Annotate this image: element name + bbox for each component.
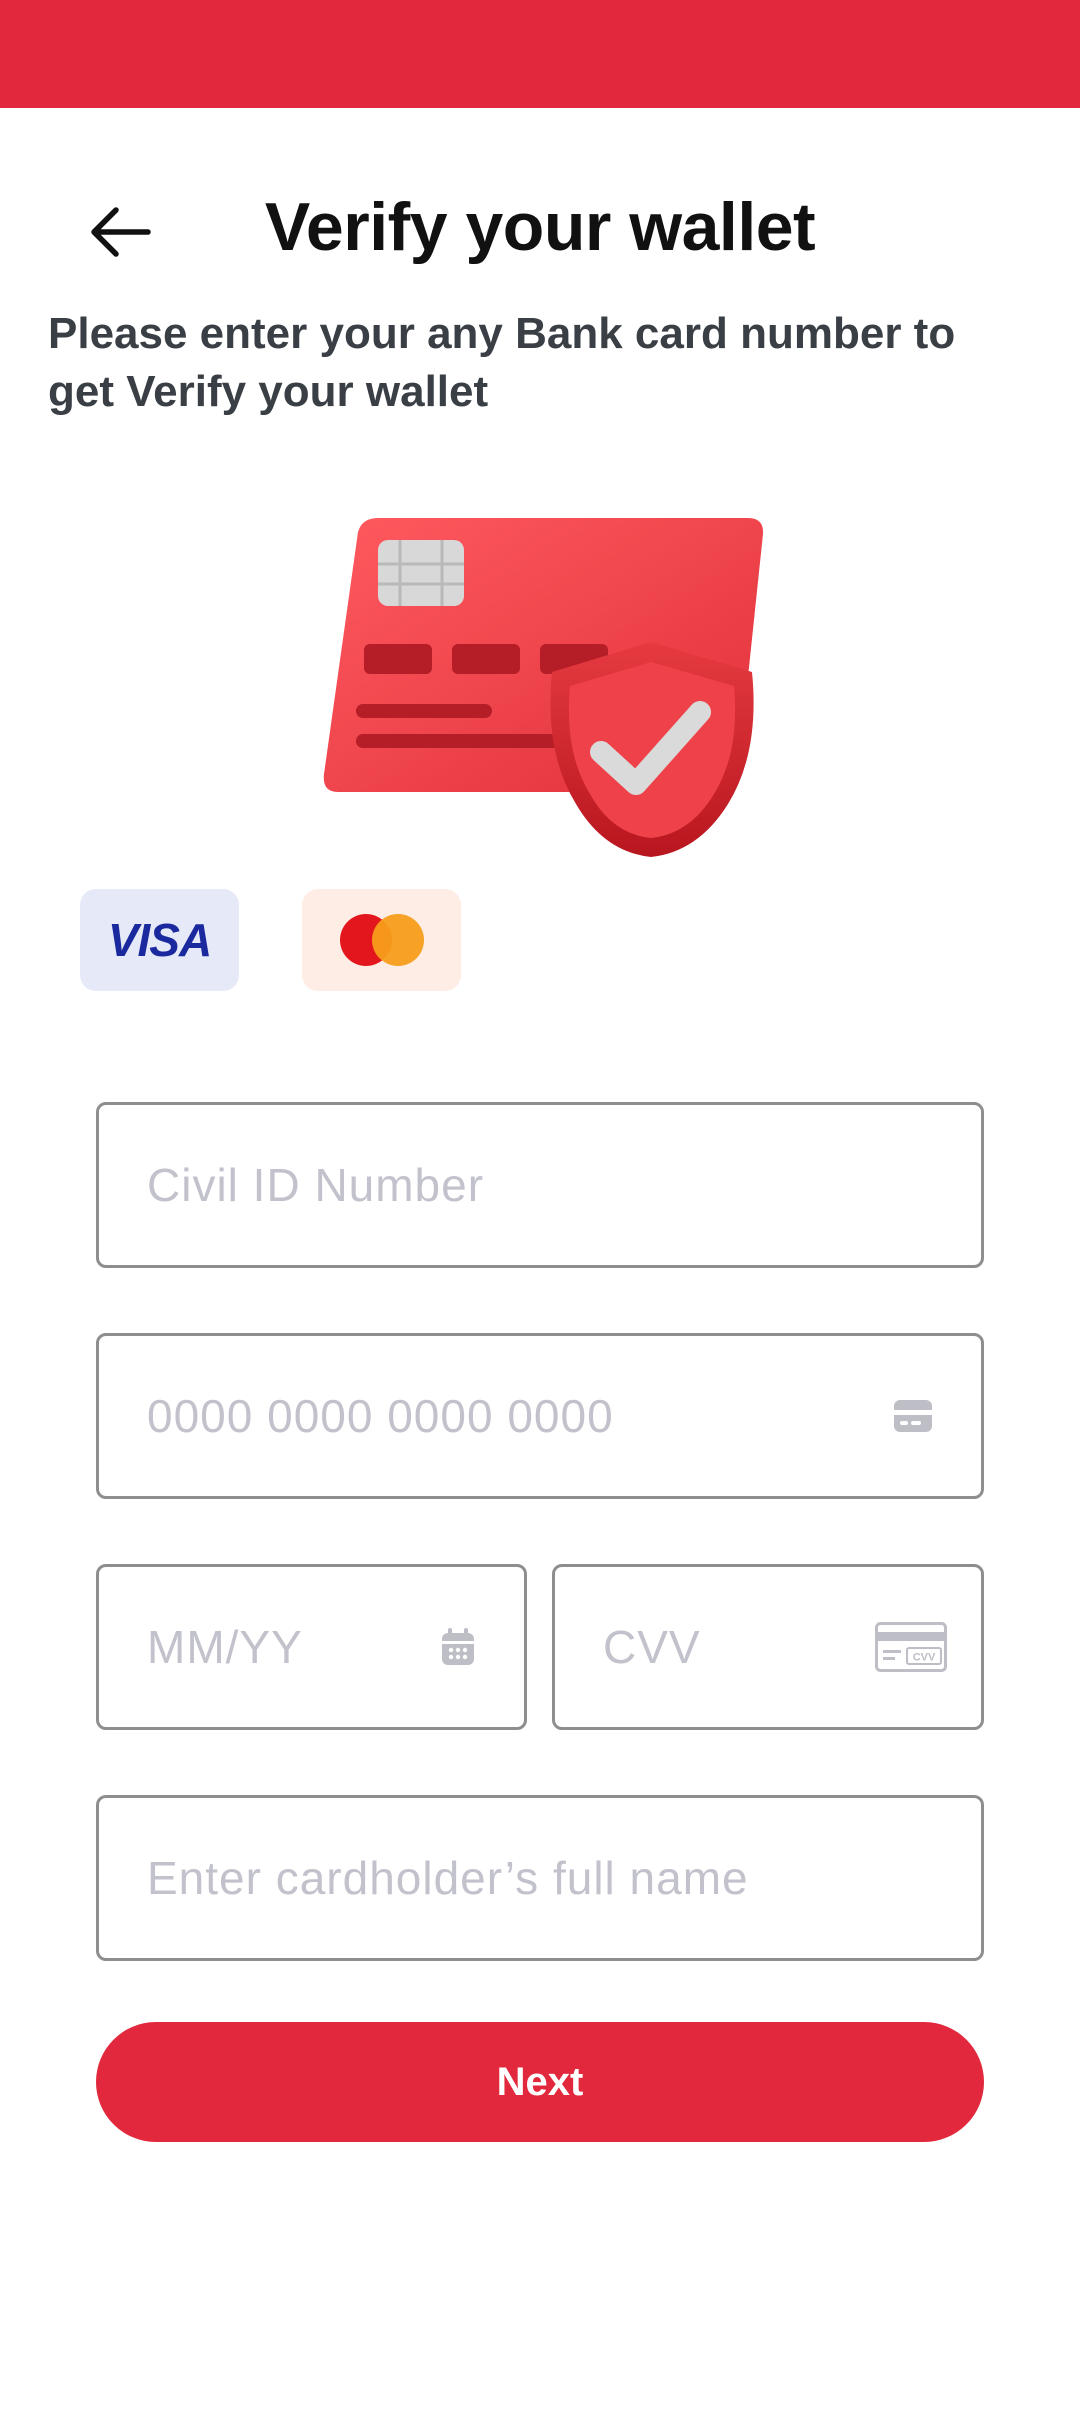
card-shield-illustration: [318, 512, 768, 862]
page-subtitle: Please enter your any Bank card number t…: [48, 309, 956, 416]
cardholder-name-input[interactable]: [99, 1798, 981, 1958]
card-cvv-icon: CVV: [875, 1622, 947, 1672]
mastercard-logo: [339, 914, 424, 966]
civil-id-field[interactable]: [96, 1102, 984, 1268]
svg-text:CVV: CVV: [913, 1652, 936, 1664]
status-bar: [0, 0, 1080, 108]
next-button[interactable]: Next: [96, 2022, 984, 2142]
mastercard-brand-chip: [302, 889, 461, 991]
cardholder-name-field[interactable]: [96, 1795, 984, 1961]
expiry-date-field[interactable]: [96, 1564, 527, 1730]
visa-brand-chip: VISA: [80, 889, 239, 991]
credit-card-shield-check-icon: [323, 518, 764, 857]
cvv-field[interactable]: CVV: [552, 1564, 984, 1730]
card-number-field[interactable]: [96, 1333, 984, 1499]
page-title: Verify your wallet: [264, 189, 816, 265]
civil-id-input[interactable]: [99, 1105, 981, 1265]
calendar-icon: [442, 1628, 474, 1665]
visa-logo: VISA: [107, 914, 212, 966]
card-number-input[interactable]: [99, 1336, 981, 1496]
card-icon: [894, 1400, 932, 1432]
